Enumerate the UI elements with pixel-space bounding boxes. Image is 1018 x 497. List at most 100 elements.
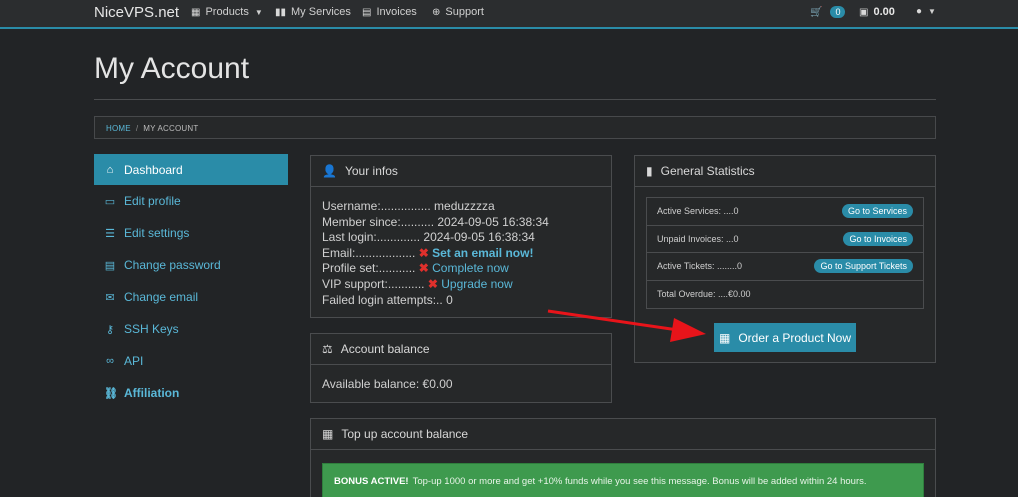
top-up-panel: ▦ Top up account balance BONUS ACTIVE! T… bbox=[310, 418, 936, 497]
sidebar-item-change-password[interactable]: ▤ Change password bbox=[94, 249, 288, 281]
your-infos-title: Your infos bbox=[344, 164, 398, 178]
sliders-icon: ☰ bbox=[105, 227, 115, 240]
upgrade-link[interactable]: Upgrade now bbox=[441, 277, 512, 291]
sidebar-item-label: API bbox=[124, 354, 144, 368]
failed-logins-label: Failed login attempts:.. bbox=[322, 292, 447, 307]
stat-row-services: Active Services: ....0 Go to Services bbox=[647, 198, 923, 226]
info-row-vip: VIP support:........... ✖ Upgrade now bbox=[322, 277, 600, 293]
complete-profile-link[interactable]: Complete now bbox=[432, 261, 509, 275]
key-icon: ⚷ bbox=[105, 323, 115, 336]
page-title: My Account bbox=[94, 52, 250, 85]
nav-my-services-label: My Services bbox=[291, 6, 351, 18]
password-icon: ▤ bbox=[104, 259, 116, 272]
store-icon: ▦ bbox=[718, 330, 731, 345]
order-product-label: Order a Product Now bbox=[738, 330, 852, 345]
active-tickets-label: Active Tickets: ........0 bbox=[657, 261, 743, 272]
account-balance-header: ⚖ Account balance bbox=[311, 334, 611, 365]
balance-button[interactable]: ▣ 0.00 bbox=[859, 6, 895, 18]
failed-logins-value: 0 bbox=[446, 292, 453, 307]
nav-invoices[interactable]: ▤ Invoices bbox=[362, 6, 417, 18]
info-row-profile: Profile set:........... ✖ Complete now bbox=[322, 261, 600, 277]
info-row-username: Username:............... meduzzzza bbox=[322, 199, 600, 215]
set-email-link[interactable]: Set an email now! bbox=[432, 246, 533, 260]
last-login-value: 2024-09-05 16:38:34 bbox=[423, 230, 535, 245]
brand-logo[interactable]: NiceVPS.net bbox=[94, 4, 179, 21]
go-to-support-tickets-button[interactable]: Go to Support Tickets bbox=[814, 259, 913, 274]
nav-support[interactable]: ⊕ Support bbox=[432, 6, 484, 18]
stat-row-tickets: Active Tickets: ........0 Go to Support … bbox=[647, 253, 923, 281]
user-icon: ● bbox=[916, 6, 923, 17]
active-services-label: Active Services: ....0 bbox=[657, 206, 739, 217]
money-bag-icon: ⚖ bbox=[322, 342, 333, 356]
sidebar-item-edit-settings[interactable]: ☰ Edit settings bbox=[94, 217, 288, 249]
affiliation-icon: ⛓ bbox=[104, 387, 118, 400]
general-statistics-header: ▮ General Statistics bbox=[635, 156, 935, 187]
title-divider bbox=[94, 99, 936, 100]
sidebar-item-change-email[interactable]: ✉ Change email bbox=[94, 281, 288, 313]
bonus-alert: BONUS ACTIVE! Top-up 1000 or more and ge… bbox=[322, 463, 924, 497]
profile-label: Profile set:........... bbox=[322, 261, 419, 276]
info-row-last-login: Last login:............. 2024-09-05 16:3… bbox=[322, 230, 600, 246]
cart-button[interactable]: 🛒 0 bbox=[810, 6, 846, 18]
cross-icon: ✖ bbox=[427, 276, 438, 291]
nav-my-services[interactable]: ▮▮ My Services bbox=[275, 6, 351, 18]
unpaid-invoices-label: Unpaid Invoices: ...0 bbox=[657, 233, 739, 244]
nav-support-label: Support bbox=[445, 6, 484, 18]
sidebar-item-api[interactable]: ∞ API bbox=[94, 345, 288, 377]
sidebar-item-label: Edit profile bbox=[124, 194, 181, 208]
top-up-title: Top up account balance bbox=[341, 427, 469, 441]
nav-invoices-label: Invoices bbox=[376, 6, 417, 18]
account-sidebar: ⌂ Dashboard ▭ Edit profile ☰ Edit settin… bbox=[94, 154, 288, 409]
wallet-icon: ▣ bbox=[859, 6, 869, 18]
info-row-failed-logins: Failed login attempts:.. 0 bbox=[322, 293, 600, 309]
account-balance-title: Account balance bbox=[340, 342, 430, 356]
sidebar-item-label: SSH Keys bbox=[124, 322, 179, 336]
sidebar-item-label: Change password bbox=[124, 258, 221, 272]
info-row-email: Email:.................. ✖ Set an email … bbox=[322, 246, 600, 262]
bonus-alert-title: BONUS ACTIVE! bbox=[334, 475, 409, 487]
info-row-member-since: Member since:.......... 2024-09-05 16:38… bbox=[322, 215, 600, 231]
top-navbar: NiceVPS.net ▦ Products ▼ ▮▮ My Services … bbox=[0, 0, 1018, 29]
sidebar-item-edit-profile[interactable]: ▭ Edit profile bbox=[94, 185, 288, 217]
services-icon: ▮▮ bbox=[275, 6, 287, 18]
username-value: meduzzzza bbox=[434, 199, 495, 213]
vip-label: VIP support:........... bbox=[322, 276, 428, 291]
calculator-icon: ▦ bbox=[322, 427, 334, 441]
api-icon: ∞ bbox=[106, 355, 114, 367]
nav-products-label: Products bbox=[205, 6, 249, 18]
total-overdue-label: Total Overdue: ....€0.00 bbox=[657, 289, 751, 300]
order-product-button[interactable]: ▦ Order a Product Now bbox=[714, 323, 856, 352]
go-to-invoices-button[interactable]: Go to Invoices bbox=[843, 231, 913, 246]
cross-icon: ✖ bbox=[418, 261, 429, 276]
sidebar-item-label: Change email bbox=[124, 290, 199, 304]
statistics-table: Active Services: ....0 Go to Services Un… bbox=[646, 197, 924, 309]
sidebar-item-label: Dashboard bbox=[124, 162, 183, 177]
chevron-down-icon: ▼ bbox=[928, 7, 936, 16]
cart-count-badge: 0 bbox=[830, 6, 846, 18]
envelope-icon: ✉ bbox=[105, 291, 115, 304]
sidebar-item-ssh-keys[interactable]: ⚷ SSH Keys bbox=[94, 313, 288, 345]
sidebar-item-affiliation[interactable]: ⛓ Affiliation bbox=[94, 377, 288, 409]
member-since-value: 2024-09-05 16:38:34 bbox=[437, 214, 549, 229]
invoices-icon: ▤ bbox=[362, 6, 372, 18]
user-menu[interactable]: ● ▼ bbox=[916, 6, 936, 17]
id-card-icon: ▭ bbox=[104, 195, 116, 208]
breadcrumb-separator: / bbox=[135, 124, 139, 133]
general-statistics-title: General Statistics bbox=[660, 164, 755, 178]
cross-icon: ✖ bbox=[418, 245, 429, 260]
last-login-label: Last login:............. bbox=[322, 230, 424, 245]
breadcrumb: HOME / MY ACCOUNT bbox=[94, 116, 936, 139]
your-infos-header: 👤 Your infos bbox=[311, 156, 611, 187]
member-since-label: Member since:.......... bbox=[322, 214, 438, 229]
breadcrumb-home[interactable]: HOME bbox=[106, 124, 131, 133]
nav-products[interactable]: ▦ Products ▼ bbox=[191, 6, 263, 18]
sidebar-item-label: Edit settings bbox=[124, 226, 190, 240]
sidebar-item-dashboard[interactable]: ⌂ Dashboard bbox=[94, 154, 288, 185]
bar-chart-icon: ▮ bbox=[646, 164, 653, 178]
navbar-balance: 0.00 bbox=[873, 6, 895, 18]
your-infos-panel: 👤 Your infos Username:............... me… bbox=[310, 155, 612, 318]
bonus-alert-text: Top-up 1000 or more and get +10% funds w… bbox=[412, 475, 867, 487]
top-up-header: ▦ Top up account balance bbox=[311, 419, 935, 450]
go-to-services-button[interactable]: Go to Services bbox=[841, 204, 913, 219]
support-icon: ⊕ bbox=[432, 6, 441, 18]
